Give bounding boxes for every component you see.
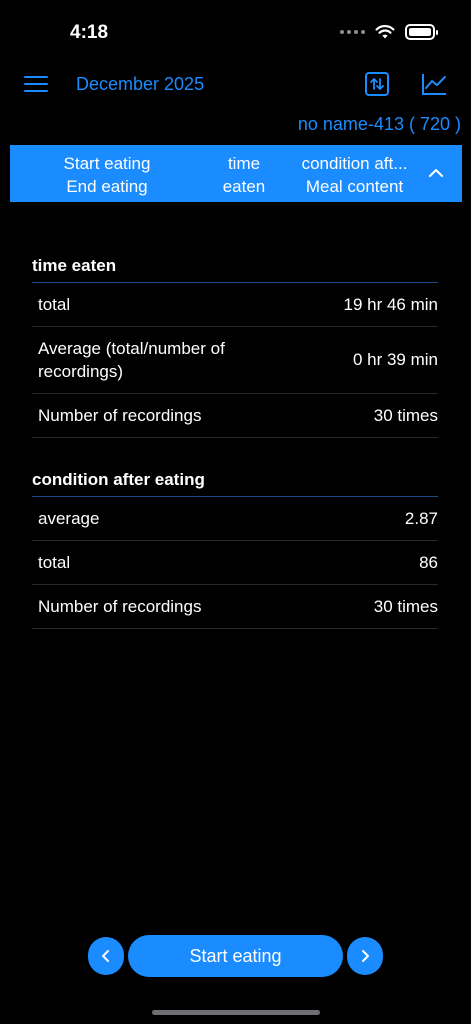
section-title: condition after eating: [32, 470, 438, 497]
status-icons: [340, 24, 438, 40]
stat-row: total 19 hr 46 min: [32, 283, 438, 327]
sort-arrows-icon[interactable]: [365, 72, 389, 96]
chevron-left-icon: [102, 950, 109, 962]
user-label[interactable]: no name-413 ( 720 ): [298, 114, 461, 135]
next-button[interactable]: [347, 937, 383, 975]
stat-label: Number of recordings: [38, 597, 202, 616]
time-eaten-section: time eaten total 19 hr 46 min Average (t…: [32, 256, 438, 438]
previous-button[interactable]: [88, 937, 124, 975]
column-end-eating: End eating: [66, 177, 148, 196]
column-condition-meal: condition aft... Meal content: [292, 152, 417, 198]
column-meal-content: Meal content: [305, 177, 404, 196]
stat-value: 0 hr 39 min: [352, 350, 438, 369]
battery-icon: [405, 24, 438, 40]
column-time: time: [227, 154, 261, 173]
stat-row: average 2.87: [32, 497, 438, 541]
month-selector[interactable]: December 2025: [76, 74, 204, 95]
chevron-up-icon[interactable]: [428, 165, 444, 181]
wifi-icon: [375, 25, 395, 39]
condition-section: condition after eating average 2.87 tota…: [32, 470, 438, 629]
chevron-right-icon: [362, 950, 369, 962]
stat-label: Average (total/number of recordings): [38, 339, 225, 381]
stat-value: 30 times: [373, 596, 438, 616]
section-title: time eaten: [32, 256, 438, 283]
column-start-end: Start eating End eating: [56, 152, 158, 198]
stat-label: total: [38, 553, 71, 572]
signal-dots-icon: [340, 30, 365, 34]
stat-label: total: [38, 295, 71, 314]
stat-label: Number of recordings: [38, 406, 202, 425]
stat-label: average: [38, 509, 100, 528]
stat-row: Average (total/number of recordings) 0 h…: [32, 327, 438, 394]
hamburger-menu-icon[interactable]: [24, 76, 48, 92]
line-chart-icon[interactable]: [421, 72, 447, 96]
stat-row: Number of recordings 30 times: [32, 585, 438, 629]
stat-row: total 86: [32, 541, 438, 585]
column-time-eaten: time eaten: [218, 152, 270, 198]
stat-value: 19 hr 46 min: [343, 294, 439, 314]
column-eaten: eaten: [222, 177, 266, 196]
stat-value: 30 times: [373, 405, 438, 425]
column-start-eating: Start eating: [63, 154, 151, 173]
home-indicator[interactable]: [152, 1010, 320, 1015]
start-eating-button[interactable]: Start eating: [128, 935, 343, 977]
stat-row: Number of recordings 30 times: [32, 394, 438, 438]
bottom-action-bar: Start eating: [0, 935, 471, 977]
status-time: 4:18: [70, 22, 109, 43]
column-header-bar[interactable]: Start eating End eating time eaten condi…: [10, 145, 462, 202]
stat-value: 86: [419, 552, 438, 572]
stat-value: 2.87: [404, 508, 438, 528]
column-condition: condition aft...: [301, 154, 408, 173]
